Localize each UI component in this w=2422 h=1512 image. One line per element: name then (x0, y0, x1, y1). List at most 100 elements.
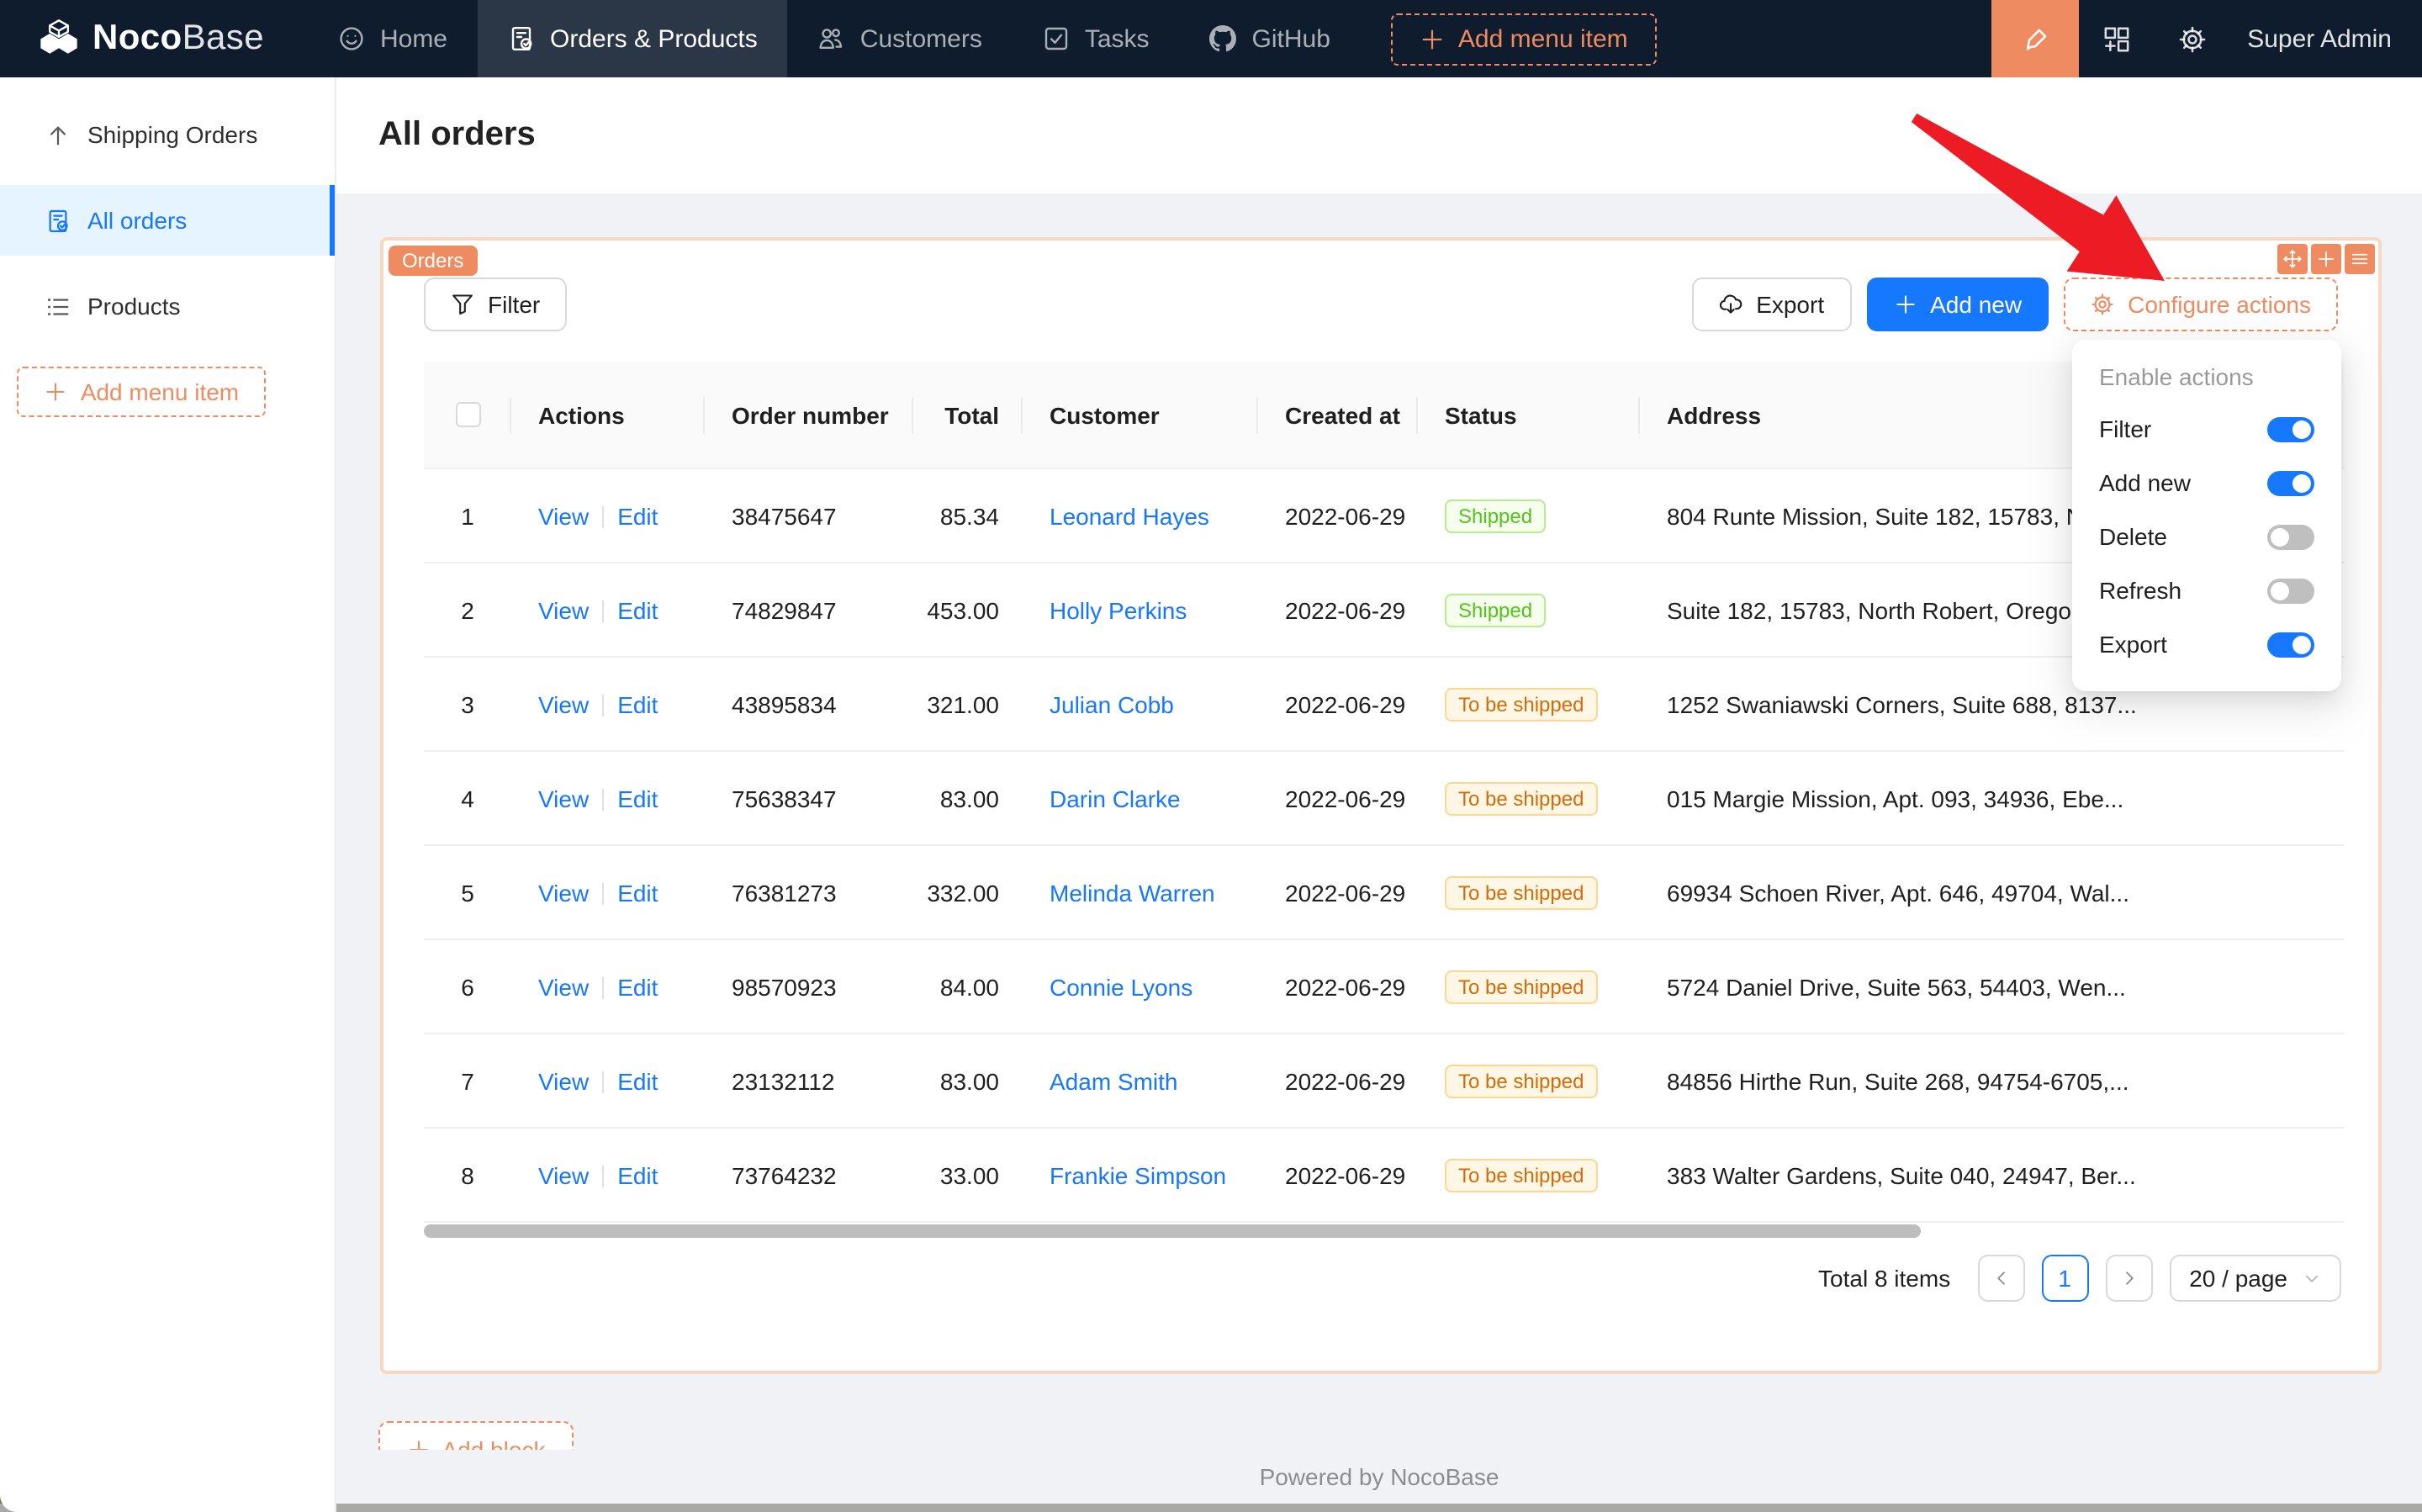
action-divider (602, 505, 604, 527)
edit-link[interactable]: Edit (617, 502, 658, 529)
settings-button[interactable] (2155, 24, 2230, 53)
view-link[interactable]: View (538, 785, 589, 812)
page-header: All orders (336, 77, 2422, 193)
toggle-switch[interactable] (2267, 470, 2314, 495)
status-badge: Shipped (1445, 499, 1546, 532)
add-new-button[interactable]: Add new (1866, 278, 2049, 331)
view-link[interactable]: View (538, 596, 589, 623)
configure-actions-button[interactable]: Configure actions (2064, 278, 2338, 331)
total-cell: 33.00 (913, 1161, 1023, 1188)
toggle-switch[interactable] (2267, 416, 2314, 441)
add-block-button[interactable]: Add block (378, 1421, 574, 1450)
total-cell: 83.00 (913, 1067, 1023, 1094)
filter-button[interactable]: Filter (424, 278, 567, 331)
created-at-cell: 2022-06-29 (1258, 785, 1418, 812)
smile-icon (338, 25, 365, 52)
customer-link[interactable]: Adam Smith (1050, 1067, 1178, 1094)
nocobase-logo[interactable]: NocoBase (37, 17, 264, 61)
enable-action-item-filter[interactable]: Filter (2072, 402, 2341, 456)
enable-action-label: Filter (2099, 415, 2151, 442)
nav-item-label: Orders & Products (550, 24, 758, 53)
customer-link[interactable]: Holly Perkins (1050, 596, 1187, 623)
sidebar-item-products[interactable]: Products (0, 272, 335, 340)
created-at-cell: 2022-06-29 (1258, 1067, 1418, 1094)
next-page-button[interactable] (2105, 1255, 2152, 1302)
table-row: 2ViewEdit74829847453.00Holly Perkins2022… (424, 563, 2345, 658)
view-link[interactable]: View (538, 973, 589, 1000)
customer-link[interactable]: Connie Lyons (1050, 973, 1192, 1000)
customer-link[interactable]: Leonard Hayes (1050, 502, 1209, 529)
top-navbar: NocoBase Home Orders & Products CustomersT… (0, 0, 2422, 77)
customer-link[interactable]: Darin Clarke (1050, 785, 1181, 812)
nav-item-label: GitHub (1252, 24, 1330, 53)
customer-link[interactable]: Frankie Simpson (1050, 1161, 1226, 1188)
edit-link[interactable]: Edit (617, 1067, 658, 1094)
nav-item-github[interactable]: GitHub (1180, 0, 1361, 77)
edit-link[interactable]: Edit (617, 785, 658, 812)
row-index: 6 (424, 973, 511, 1000)
enable-action-item-export[interactable]: Export (2072, 617, 2341, 671)
nav-item-customers[interactable]: Customers (788, 0, 1013, 77)
order-number-cell: 74829847 (705, 596, 913, 623)
view-link[interactable]: View (538, 879, 589, 906)
view-link[interactable]: View (538, 1067, 589, 1094)
created-at-cell: 2022-06-29 (1258, 1161, 1418, 1188)
enable-action-item-delete[interactable]: Delete (2072, 510, 2341, 563)
edit-link[interactable]: Edit (617, 1161, 658, 1188)
total-cell: 85.34 (913, 502, 1023, 529)
status-cell: To be shipped (1418, 687, 1640, 721)
toggle-switch[interactable] (2267, 578, 2314, 603)
enable-action-item-add-new[interactable]: Add new (2072, 456, 2341, 510)
view-link[interactable]: View (538, 502, 589, 529)
add-block-clip: Add block (378, 1421, 574, 1450)
customer-link[interactable]: Julian Cobb (1050, 690, 1174, 717)
customer-link[interactable]: Melinda Warren (1050, 879, 1215, 906)
sidebar-add-menu-item-button[interactable]: Add menu item (17, 367, 266, 417)
table-header-row: ActionsOrder numberTotalCustomerCreated … (424, 362, 2345, 469)
select-all-checkbox[interactable] (455, 402, 480, 427)
export-button[interactable]: Export (1692, 278, 1851, 331)
view-link[interactable]: View (538, 1161, 589, 1188)
edit-link[interactable]: Edit (617, 879, 658, 906)
action-divider (602, 1165, 604, 1187)
switch-knob (2271, 527, 2289, 546)
customer-cell: Holly Perkins (1023, 596, 1258, 623)
ui-editor-button[interactable] (1991, 0, 2079, 77)
sidebar-item-label: Products (87, 293, 181, 320)
page-size-select[interactable]: 20 / page (2169, 1255, 2341, 1302)
row-actions-cell: View Edit (511, 973, 705, 1000)
edit-link[interactable]: Edit (617, 690, 658, 717)
created-at-cell: 2022-06-29 (1258, 973, 1418, 1000)
page-number-button[interactable]: 1 (2041, 1255, 2088, 1302)
block-menu-button[interactable] (2345, 244, 2375, 274)
sidebar-item-shipping-orders[interactable]: Shipping Orders (0, 101, 335, 168)
plus-icon (407, 1438, 431, 1450)
toggle-switch[interactable] (2267, 632, 2314, 657)
status-cell: Shipped (1418, 499, 1640, 532)
view-link[interactable]: View (538, 690, 589, 717)
drag-handle[interactable] (2277, 244, 2308, 274)
toggle-switch[interactable] (2267, 524, 2314, 549)
edit-link[interactable]: Edit (617, 973, 658, 1000)
plugin-manager-button[interactable] (2079, 24, 2155, 53)
nav-item-tasks[interactable]: Tasks (1013, 0, 1180, 77)
enable-actions-dropdown: Enable actions FilterAdd newDeleteRefres… (2072, 340, 2341, 691)
prev-page-button[interactable] (1977, 1255, 2024, 1302)
plus-icon (44, 380, 67, 404)
edit-link[interactable]: Edit (617, 596, 658, 623)
address-cell: 383 Walter Gardens, Suite 040, 24947, Be… (1640, 1161, 2345, 1188)
sidebar-item-all-orders[interactable]: All orders (0, 185, 335, 256)
nav-item-orders-products[interactable]: Orders & Products (478, 0, 788, 77)
block-add-button[interactable] (2311, 244, 2341, 274)
nav-item-home[interactable]: Home (308, 0, 478, 77)
enable-action-label: Export (2099, 631, 2167, 658)
customer-cell: Darin Clarke (1023, 785, 1258, 812)
enable-action-item-refresh[interactable]: Refresh (2072, 563, 2341, 617)
nav-add-menu-item-button[interactable]: Add menu item (1391, 13, 1657, 65)
user-menu[interactable]: Super Admin (2247, 24, 2392, 53)
status-cell: To be shipped (1418, 875, 1640, 909)
row-index: 3 (424, 690, 511, 717)
status-badge: To be shipped (1445, 875, 1597, 909)
horizontal-scrollbar[interactable] (424, 1224, 1921, 1238)
row-index: 1 (424, 502, 511, 529)
